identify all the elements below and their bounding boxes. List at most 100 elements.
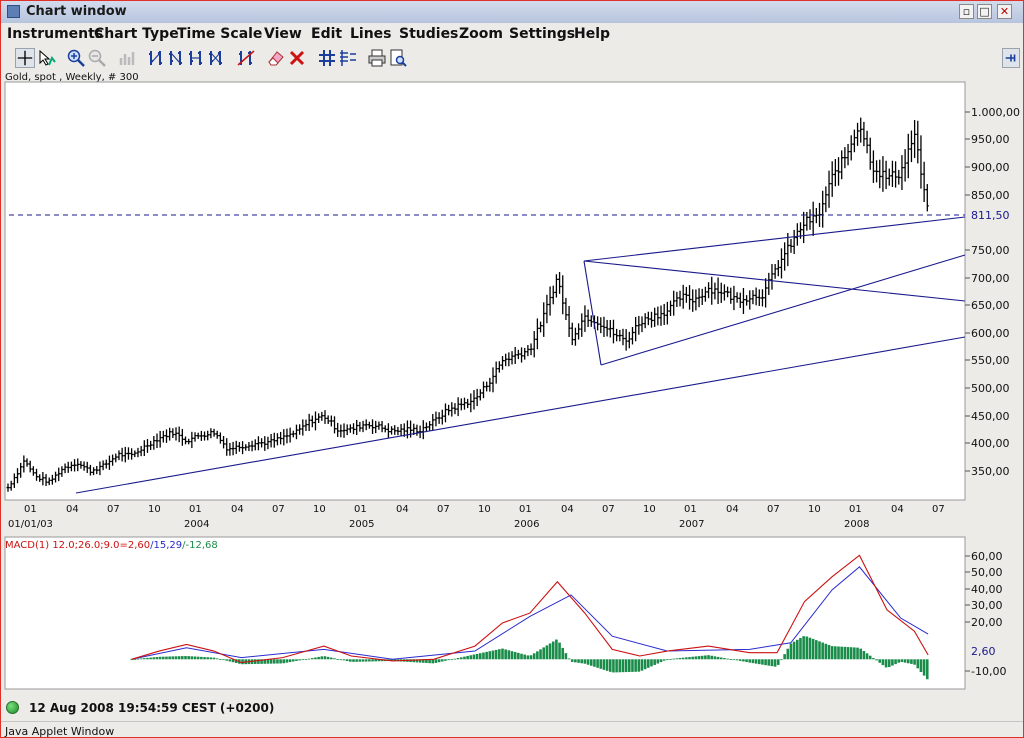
macd-hist-bar [697, 656, 701, 660]
pin-icon[interactable] [1002, 48, 1020, 68]
maximize-icon[interactable]: □ [977, 4, 992, 19]
menu-studies[interactable]: Studies [399, 26, 458, 42]
macd-hist-bar [434, 659, 438, 663]
macd-hist-bar [621, 659, 625, 673]
menu-view[interactable]: View [264, 26, 302, 42]
month-tick: 07 [107, 504, 120, 515]
price-label: 850,00 [971, 189, 1010, 202]
chart-area: Gold, spot , Weekly, # 300 1.000,00 950,… [4, 72, 1020, 690]
minimize-icon[interactable]: ▫ [959, 4, 974, 19]
month-tick: 04 [231, 504, 244, 515]
menu-help[interactable]: Help [574, 26, 610, 42]
macd-hist-bar [517, 652, 520, 660]
print-icon[interactable] [367, 48, 387, 68]
price-label: 500,00 [971, 382, 1010, 395]
macd-title-hist: /-12,68 [182, 540, 218, 551]
zoom-out-icon[interactable] [87, 48, 107, 68]
macd-hist-bar [193, 656, 197, 660]
macd-hist-bar [643, 659, 647, 670]
macd-hist-bar [891, 659, 894, 666]
macd-hist-bar [285, 659, 289, 663]
macd-hist-bar [815, 640, 818, 660]
macd-hist-bar [786, 648, 790, 660]
zoom-in-icon[interactable] [66, 48, 86, 68]
macd-panel[interactable] [4, 536, 966, 690]
macd-hist-bar [437, 659, 441, 663]
menu-edit[interactable]: Edit [311, 26, 342, 42]
draw-line-icon[interactable] [236, 48, 256, 68]
price-tick: 900,00 [965, 161, 1010, 174]
macd-hist-bar [336, 658, 339, 660]
price-axis: 1.000,00 950,00 900,00 850,00 750,00 700… [965, 106, 1020, 478]
macd-hist-bar [910, 659, 913, 664]
macd-hist-bar [811, 638, 815, 660]
macd-hist-bar [171, 656, 175, 660]
macd-hist-bar [903, 659, 907, 663]
year-label: 2008 [844, 519, 869, 530]
macd-hist-bar [735, 659, 739, 661]
cursor-chart-icon[interactable] [37, 48, 57, 68]
macd-hist-bar [599, 659, 603, 669]
macd-hist-bar [520, 653, 523, 660]
macd-hist-bar [789, 643, 793, 660]
bar-type-1-icon[interactable] [146, 48, 166, 68]
macd-hist-bar [732, 659, 736, 661]
macd-hist-bar [526, 655, 530, 660]
macd-hist-bar [634, 659, 637, 672]
macd-hist-bar [253, 659, 257, 664]
price-tick: 850,00 [965, 189, 1010, 202]
menu-lines[interactable]: Lines [350, 26, 392, 42]
bar-type-2-icon[interactable] [166, 48, 186, 68]
macd-hist-bar [203, 657, 206, 660]
macd-hist-bar [894, 659, 897, 665]
menu-time-scale[interactable]: Time Scale [177, 26, 262, 42]
price-label: 700,00 [971, 272, 1010, 285]
macd-hist-bar [450, 659, 454, 661]
macd-hist-bar [456, 658, 460, 660]
macd-hist-bar [349, 659, 352, 662]
macd-hist-bar [640, 659, 644, 671]
eraser-icon[interactable] [266, 48, 286, 68]
macd-hist-bar [152, 657, 156, 660]
grid-icon[interactable] [317, 48, 337, 68]
delete-icon[interactable] [287, 48, 307, 68]
table-icon[interactable] [338, 48, 358, 68]
menu-zoom[interactable]: Zoom [459, 26, 503, 42]
macd-hist-bar [181, 656, 184, 660]
macd-hist-bar [212, 657, 216, 660]
macd-hist-bar [174, 656, 178, 660]
macd-hist-bar [523, 654, 526, 660]
menu-instruments[interactable]: Instruments [7, 26, 103, 42]
macd-hist-bar [751, 659, 755, 664]
price-panel[interactable] [4, 81, 966, 501]
crosshair-icon[interactable] [15, 48, 35, 68]
menu-chart-type[interactable]: Chart Type [94, 26, 179, 42]
print-preview-icon[interactable] [388, 48, 408, 68]
macd-hist-bar [612, 659, 615, 673]
macd-last-value: 2,60 [971, 645, 996, 658]
bar-type-4-icon[interactable] [206, 48, 226, 68]
macd-label: 40,00 [971, 583, 1003, 596]
price-tick: 450,00 [965, 410, 1010, 423]
bar-chart-icon[interactable] [117, 48, 137, 68]
macd-hist-bar [837, 646, 840, 660]
close-icon[interactable]: ✕ [997, 4, 1012, 19]
macd-hist-bar [700, 655, 704, 660]
macd-hist-bar [830, 646, 834, 660]
macd-hist-bar [225, 659, 228, 661]
macd-hist-bar [593, 659, 596, 667]
macd-hist-bar [288, 659, 292, 663]
macd-hist-bar [196, 656, 200, 660]
bar-type-3-icon[interactable] [186, 48, 206, 68]
macd-hist-bar [548, 643, 552, 660]
macd-title: MACD(1) 12.0;26.0;9.0=2,60/15,29/-12,68 [5, 540, 218, 551]
applet-window-text: Java Applet Window [5, 725, 115, 738]
macd-hist-bar [783, 654, 786, 660]
macd-hist-bar [342, 659, 346, 661]
macd-hist-bar [922, 659, 926, 676]
macd-hist-bar [589, 659, 593, 666]
menu-settings[interactable]: Settings [509, 26, 575, 42]
macd-hist-bar [827, 644, 831, 660]
time-axis: 01 04 07 10 01 04 07 10 01 04 07 10 01 0… [8, 504, 945, 530]
macd-hist-bar [482, 652, 485, 660]
